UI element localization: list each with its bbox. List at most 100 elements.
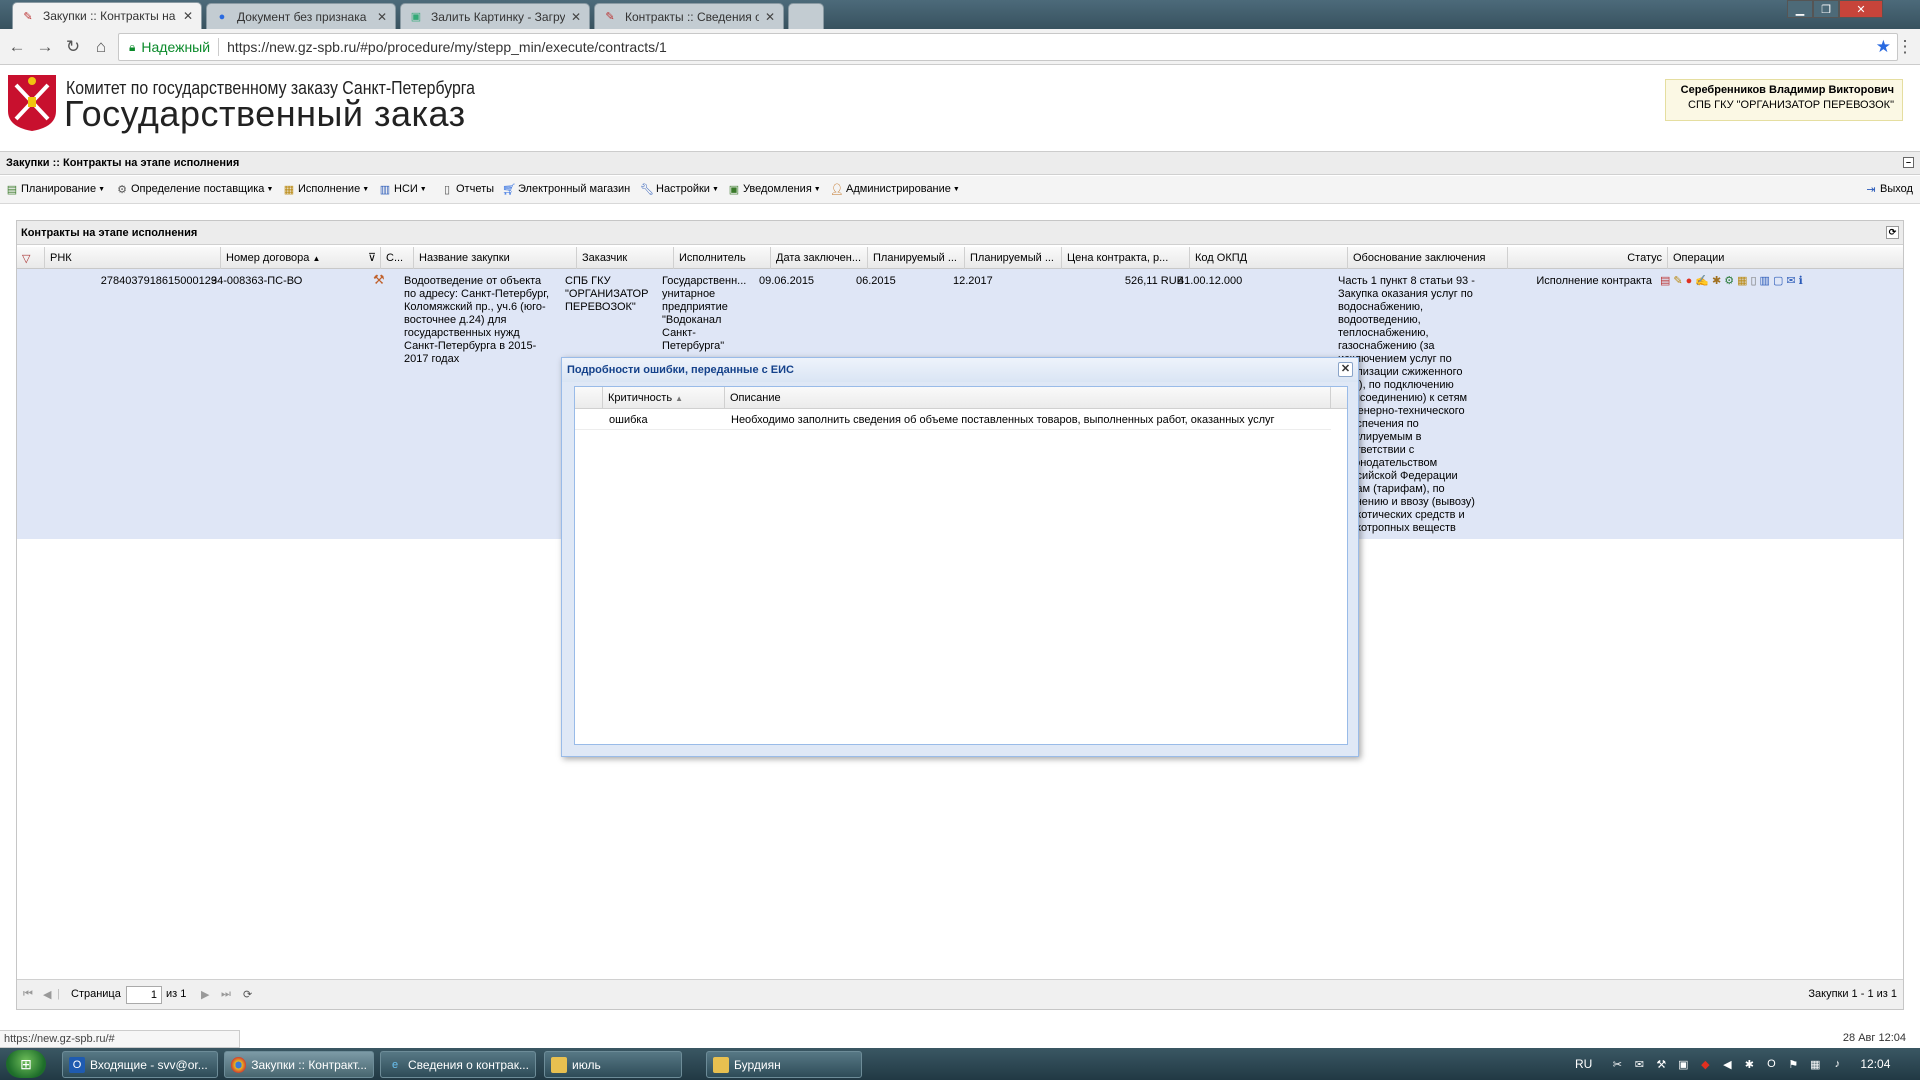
- change-icon[interactable]: ⚙: [1724, 275, 1734, 288]
- speaker-icon[interactable]: ◀: [1719, 1056, 1735, 1072]
- refresh-icon[interactable]: ⟳: [243, 988, 252, 1001]
- filter-clear-icon[interactable]: ▽: [17, 247, 45, 269]
- reload-button[interactable]: ↻: [62, 36, 84, 58]
- column-header-rnk[interactable]: РНК: [45, 247, 221, 269]
- taskbar-item-chrome[interactable]: Закупки :: Контракт...: [224, 1051, 374, 1078]
- network-tool-icon[interactable]: ⚒: [1653, 1056, 1669, 1072]
- close-icon[interactable]: ✕: [571, 10, 581, 24]
- cell-price: 526,11 RUB: [1124, 275, 1184, 287]
- prev-page-icon[interactable]: ◀: [43, 988, 51, 1001]
- column-header-status[interactable]: Статус: [1508, 247, 1668, 269]
- lock-icon: 🔒︎: [129, 39, 136, 54]
- menu-admin[interactable]: 👤︎ Администрирование ▼: [830, 182, 960, 196]
- network-icon[interactable]: ▦: [1807, 1056, 1823, 1072]
- url-field[interactable]: 🔒︎ Надежный https://new.gz-spb.ru/#po/pr…: [118, 33, 1898, 61]
- settings-icon[interactable]: ✱: [1712, 275, 1721, 288]
- browser-tab-contract-info[interactable]: ✎ Контракты :: Сведения о ✕: [594, 3, 784, 29]
- column-header-executor[interactable]: Исполнитель: [674, 247, 771, 269]
- attach-icon[interactable]: ▦: [1737, 275, 1747, 288]
- taskbar-item-ie[interactable]: e Сведения о контрак...: [380, 1051, 536, 1078]
- column-header-planned-end[interactable]: Планируемый ...: [965, 247, 1062, 269]
- outlook-tray-icon[interactable]: O: [1763, 1056, 1779, 1072]
- reference-icon: ▥: [379, 183, 391, 196]
- security-icon[interactable]: ◆: [1697, 1056, 1713, 1072]
- collapse-icon[interactable]: –: [1903, 157, 1914, 168]
- column-header-customer[interactable]: Заказчик: [577, 247, 674, 269]
- filter-icon[interactable]: ⊽: [368, 251, 376, 264]
- menu-reference[interactable]: ▥ НСИ ▼: [378, 182, 427, 196]
- window-close-button[interactable]: ✕: [1839, 0, 1883, 18]
- app-tray-icon[interactable]: ▣: [1675, 1056, 1691, 1072]
- language-indicator[interactable]: RU: [1575, 1057, 1592, 1071]
- forward-button[interactable]: →: [34, 36, 56, 58]
- home-button[interactable]: ⌂: [90, 36, 112, 58]
- dialog-header[interactable]: Подробности ошибки, переданные с ЕИС ✕: [562, 358, 1358, 382]
- edit-icon[interactable]: ✎: [1673, 275, 1682, 288]
- column-header-planned-start[interactable]: Планируемый ...: [868, 247, 965, 269]
- menu-execution[interactable]: ▦ Исполнение ▼: [282, 182, 369, 196]
- volume-icon[interactable]: ♪: [1829, 1056, 1845, 1072]
- send-icon[interactable]: ✉: [1786, 275, 1795, 288]
- column-header-basis[interactable]: Обоснование заключения: [1348, 247, 1508, 269]
- tools-icon[interactable]: ✂: [1609, 1056, 1625, 1072]
- new-tab-button[interactable]: [788, 3, 824, 29]
- windows-logo-icon: ⊞: [20, 1055, 32, 1072]
- cell-basis: Часть 1 пункт 8 статьи 93 - Закупка оказ…: [1338, 275, 1475, 534]
- column-header-description[interactable]: Описание: [725, 387, 1331, 409]
- table-row[interactable]: ошибка Необходимо заполнить сведения об …: [575, 410, 1331, 430]
- menu-reports[interactable]: ▯ Отчеты: [440, 182, 494, 196]
- chevron-down-icon: ▼: [419, 185, 427, 193]
- taskbar-item-outlook[interactable]: O Входящие - svv@or...: [62, 1051, 218, 1078]
- last-page-icon[interactable]: ⏭: [221, 988, 231, 1001]
- browser-tab-contracts[interactable]: ✎ Закупки :: Контракты на ✕: [12, 2, 202, 29]
- browser-tab-document[interactable]: ● Документ без признака ✕: [206, 3, 396, 29]
- column-header-okpd[interactable]: Код ОКПД: [1190, 247, 1348, 269]
- chevron-down-icon: ▼: [952, 185, 960, 193]
- admin-icon: 👤︎: [830, 183, 844, 196]
- column-header-status-short[interactable]: С...: [381, 247, 414, 269]
- restore-button[interactable]: ❐: [1813, 0, 1839, 18]
- stop-icon[interactable]: ●: [1686, 275, 1693, 288]
- column-header-date-concluded[interactable]: Дата заключен...: [771, 247, 868, 269]
- menu-supplier[interactable]: ⚙ Определение поставщика ▼: [115, 182, 273, 196]
- close-icon[interactable]: ✕: [183, 9, 193, 23]
- sign-icon[interactable]: ✍: [1695, 275, 1709, 288]
- mail-icon[interactable]: ✉: [1631, 1056, 1647, 1072]
- menu-notifications[interactable]: ▣ Уведомления ▼: [727, 182, 821, 196]
- menu-settings[interactable]: 🔧︎ Настройки ▼: [640, 182, 719, 196]
- first-page-icon[interactable]: ⏮: [23, 988, 33, 1001]
- card-icon[interactable]: ▤: [1660, 275, 1670, 288]
- start-button[interactable]: ⊞: [6, 1050, 46, 1078]
- page-number-input[interactable]: [126, 986, 162, 1004]
- refresh-icon[interactable]: ⟳: [1886, 226, 1899, 239]
- minimize-button[interactable]: ▁: [1787, 0, 1813, 18]
- close-icon[interactable]: ✕: [377, 10, 387, 24]
- taskbar-item-folder-july[interactable]: июль: [544, 1051, 682, 1078]
- bookmark-star-icon[interactable]: ★: [1876, 37, 1891, 57]
- payment-icon[interactable]: ▯: [1750, 275, 1756, 288]
- column-header-contract-number[interactable]: Номер договора ▲ ⊽: [221, 247, 381, 269]
- column-header-purchase-name[interactable]: Название закупки: [414, 247, 577, 269]
- menu-planning[interactable]: ▤ Планирование ▼: [5, 182, 105, 196]
- info-icon[interactable]: ℹ: [1799, 275, 1803, 288]
- user-info[interactable]: Серебренников Владимир Викторович СПБ ГК…: [1665, 79, 1903, 121]
- column-header-severity[interactable]: Критичность ▲: [603, 387, 725, 409]
- close-icon[interactable]: ✕: [1338, 362, 1353, 377]
- document-icon[interactable]: ▢: [1773, 275, 1783, 288]
- menu-e-shop[interactable]: 🛒︎ Электронный магазин: [502, 182, 630, 196]
- address-bar: ← → ↻ ⌂ 🔒︎ Надежный https://new.gz-spb.r…: [0, 29, 1920, 65]
- gear-icon[interactable]: ✱: [1741, 1056, 1757, 1072]
- flag-icon[interactable]: ⚑: [1785, 1056, 1801, 1072]
- exit-button[interactable]: ⇥ Выход: [1864, 182, 1913, 196]
- chart-icon[interactable]: ▥: [1760, 275, 1770, 288]
- browser-tab-upload-image[interactable]: ▣ Залить Картинку - Загру ✕: [400, 3, 590, 29]
- menu-dots-icon[interactable]: ⋮: [1894, 36, 1916, 58]
- back-button[interactable]: ←: [6, 36, 28, 58]
- clock[interactable]: 12:04: [1860, 1057, 1890, 1071]
- column-header-price[interactable]: Цена контракта, р...: [1062, 247, 1190, 269]
- close-icon[interactable]: ✕: [765, 10, 775, 24]
- taskbar-item-folder-burdiyan[interactable]: Бурдиян: [706, 1051, 862, 1078]
- chevron-down-icon: ▼: [362, 185, 370, 193]
- next-page-icon[interactable]: ▶: [201, 988, 209, 1001]
- error-grid: Критичность ▲ Описание ошибка Необходимо…: [574, 386, 1348, 745]
